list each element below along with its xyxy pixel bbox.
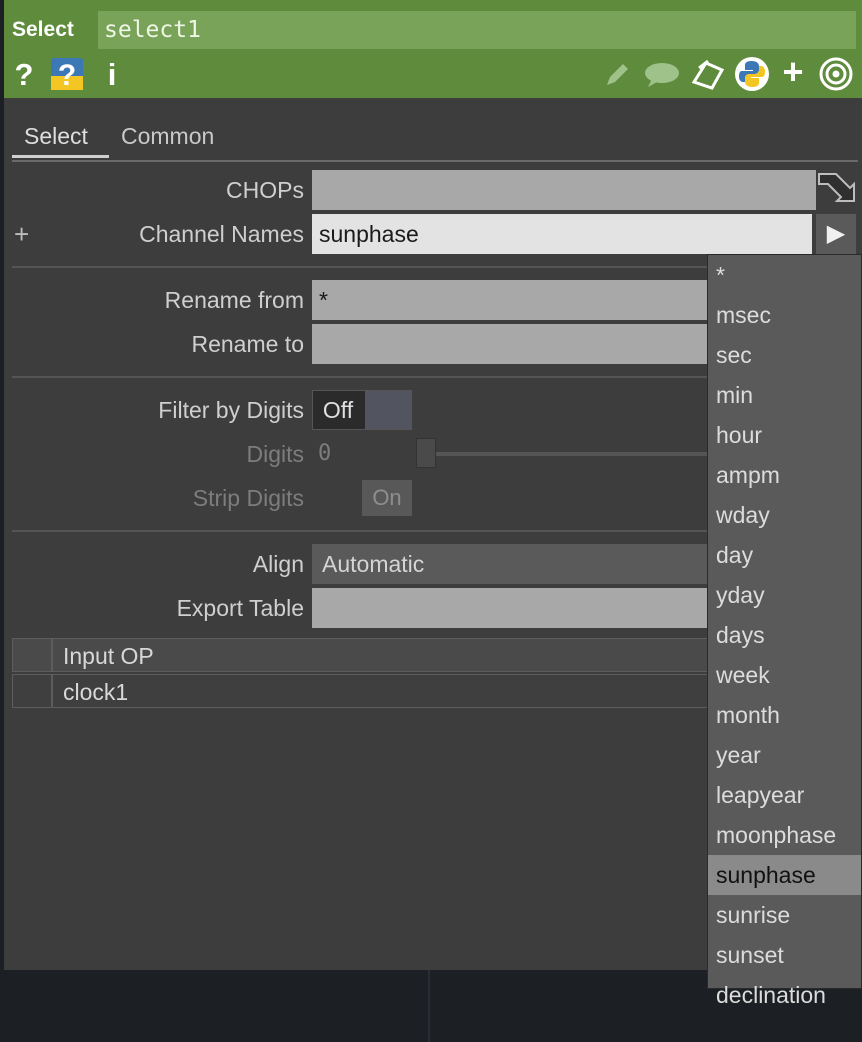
rename-from-label: Rename from xyxy=(164,287,304,313)
table-row-handle[interactable] xyxy=(12,674,52,708)
menu-item[interactable]: * xyxy=(708,255,861,295)
toggle-knob xyxy=(365,391,411,429)
operator-type-label: Select xyxy=(12,18,74,41)
viewer-icon[interactable] xyxy=(818,56,854,97)
filter-by-digits-toggle[interactable]: Off xyxy=(312,390,412,430)
operator-name-field[interactable]: select1 xyxy=(98,11,856,49)
rename-to-field[interactable] xyxy=(312,324,712,364)
window-divider xyxy=(428,970,430,1042)
menu-item[interactable]: days xyxy=(708,615,861,655)
export-table-field[interactable] xyxy=(312,588,712,628)
add-icon[interactable]: + xyxy=(778,54,808,90)
chops-field[interactable] xyxy=(312,170,816,210)
menu-item[interactable]: moonphase xyxy=(708,815,861,855)
edit-icon[interactable] xyxy=(602,60,632,95)
align-dropdown[interactable]: Automatic xyxy=(312,544,712,584)
input-op-cell[interactable]: clock1 xyxy=(52,674,712,708)
strip-digits-toggle[interactable]: On xyxy=(362,480,412,516)
tab-select[interactable]: Select xyxy=(12,118,109,158)
digits-value[interactable]: 0 xyxy=(318,441,331,466)
channel-menu-button[interactable]: ▶ xyxy=(816,214,856,254)
strip-digits-label: Strip Digits xyxy=(192,485,304,511)
info-icon[interactable]: i xyxy=(102,58,122,92)
input-op-header: Input OP xyxy=(52,638,712,672)
channel-names-menu: * msec sec min hour ampm wday day yday d… xyxy=(707,254,862,1008)
tab-common[interactable]: Common xyxy=(109,118,239,158)
parameter-tabs: Select Common xyxy=(12,118,858,162)
comment-icon[interactable] xyxy=(644,62,680,93)
menu-item[interactable]: sunphase xyxy=(708,855,861,895)
clone-icon[interactable] xyxy=(690,58,726,97)
menu-item[interactable]: leapyear xyxy=(708,775,861,815)
digits-slider-track[interactable] xyxy=(424,452,712,456)
menu-item[interactable]: sec xyxy=(708,335,861,375)
menu-item[interactable]: sunrise xyxy=(708,895,861,935)
help-icon[interactable]: ? xyxy=(12,58,36,92)
menu-item[interactable]: hour xyxy=(708,415,861,455)
filter-by-digits-label: Filter by Digits xyxy=(158,397,304,423)
rename-to-label: Rename to xyxy=(191,331,304,357)
menu-item[interactable]: yday xyxy=(708,575,861,615)
python-icon[interactable] xyxy=(734,56,770,97)
python-help-icon[interactable]: ? xyxy=(49,56,85,92)
menu-item[interactable]: month xyxy=(708,695,861,735)
digits-label: Digits xyxy=(246,441,304,467)
channel-names-label: Channel Names xyxy=(139,221,304,247)
table-row-handle[interactable] xyxy=(12,638,52,672)
drag-drop-arrow-icon[interactable] xyxy=(816,168,856,209)
menu-item[interactable]: min xyxy=(708,375,861,415)
svg-text:?: ? xyxy=(58,59,76,92)
export-table-label: Export Table xyxy=(176,595,304,621)
menu-item[interactable]: day xyxy=(708,535,861,575)
menu-item[interactable]: week xyxy=(708,655,861,695)
menu-item[interactable]: sunset xyxy=(708,935,861,975)
menu-item[interactable]: ampm xyxy=(708,455,861,495)
rename-from-field[interactable]: * xyxy=(312,280,712,320)
menu-item[interactable]: msec xyxy=(708,295,861,335)
chops-label: CHOPs xyxy=(226,177,304,203)
channel-names-field[interactable]: sunphase xyxy=(312,214,812,254)
operator-header: Select select1 ? ? i + xyxy=(4,0,862,98)
menu-item[interactable]: declination xyxy=(708,975,861,1015)
menu-item[interactable]: year xyxy=(708,735,861,775)
digits-slider-handle[interactable] xyxy=(416,438,436,468)
align-label: Align xyxy=(252,551,304,577)
menu-item[interactable]: wday xyxy=(708,495,861,535)
filter-by-digits-value: Off xyxy=(322,397,354,423)
